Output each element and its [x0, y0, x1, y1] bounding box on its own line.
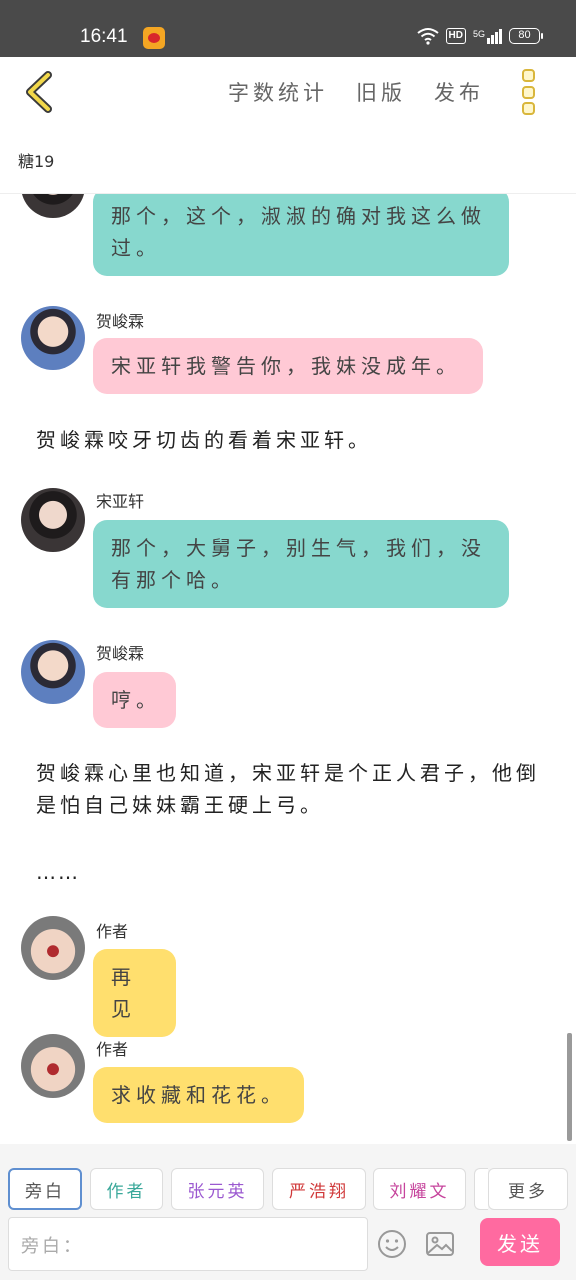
- narration-text[interactable]: ……: [36, 856, 551, 888]
- back-arrow-icon[interactable]: [22, 71, 56, 113]
- role-chip-zhang-yuanying[interactable]: 张元英: [171, 1168, 264, 1210]
- avatar-author[interactable]: [21, 916, 85, 980]
- role-chip-partial[interactable]: [474, 1168, 488, 1210]
- hd-badge: HD: [445, 28, 466, 44]
- avatar-author[interactable]: [21, 1034, 85, 1098]
- composer: 旁白 作者 张元英 严浩翔 刘耀文 更多 旁白： 发送: [0, 1144, 576, 1280]
- emoji-icon[interactable]: [377, 1229, 407, 1259]
- sender-name: 贺峻霖: [96, 644, 145, 663]
- image-icon[interactable]: [425, 1229, 455, 1259]
- message-bubble[interactable]: 再见: [93, 949, 176, 1037]
- chat-scrollbar[interactable]: [567, 1033, 572, 1141]
- message-bubble[interactable]: 求收藏和花花。: [93, 1067, 304, 1123]
- avatar-song-yaxuan[interactable]: [21, 488, 85, 552]
- status-icons: HD 5G 80: [416, 27, 543, 45]
- role-chip-liu-yaowen[interactable]: 刘耀文: [373, 1168, 466, 1210]
- wifi-icon: [416, 28, 439, 45]
- sender-name: 宋亚轩: [96, 492, 145, 511]
- message-input[interactable]: 旁白：: [8, 1217, 368, 1271]
- avatar-he-junlin[interactable]: [21, 640, 85, 704]
- role-chip-label: 张元英: [187, 1181, 248, 1202]
- role-chip-narration[interactable]: 旁白: [8, 1168, 82, 1210]
- role-chip-author[interactable]: 作者: [90, 1168, 163, 1210]
- word-count-button[interactable]: 字数统计: [228, 77, 356, 107]
- top-actions: 字数统计 旧版 发布: [228, 77, 484, 107]
- more-menu-icon[interactable]: [522, 69, 540, 115]
- sender-name: 作者: [96, 922, 129, 941]
- send-button[interactable]: 发送: [480, 1218, 560, 1266]
- role-chip-yan-haoxiang[interactable]: 严浩翔: [272, 1168, 366, 1210]
- more-roles-label: 更多: [508, 1181, 548, 1202]
- sender-name: 作者: [96, 1040, 129, 1059]
- narration-text[interactable]: 贺峻霖心里也知道，宋亚轩是个正人君子，他倒是怕自己妹妹霸王硬上弓。: [36, 757, 551, 821]
- signal-icon: 5G: [472, 28, 502, 44]
- message-bubble[interactable]: 那个，大舅子，别生气，我们，没有那个哈。: [93, 520, 509, 608]
- story-title: 糖19: [18, 152, 55, 171]
- role-chip-label: 旁白: [25, 1181, 65, 1202]
- network-label: 5G: [472, 28, 485, 39]
- status-bar: 16:41 HD 5G 80: [0, 0, 576, 57]
- battery-icon: 80: [509, 28, 543, 44]
- chat-area[interactable]: 那个，这个，淑淑的确对我这么做过。 贺峻霖 宋亚轩我警告你，我妹没成年。 贺峻霖…: [0, 194, 576, 1144]
- avatar-he-junlin[interactable]: [21, 306, 85, 370]
- publish-button[interactable]: 发布: [434, 77, 484, 107]
- old-version-button[interactable]: 旧版: [356, 77, 434, 107]
- weibo-icon: [143, 27, 165, 49]
- role-chip-label: 刘耀文: [389, 1181, 450, 1202]
- message-bubble[interactable]: 那个，这个，淑淑的确对我这么做过。: [93, 194, 509, 276]
- more-roles-button[interactable]: 更多: [488, 1168, 568, 1210]
- avatar-song-yaxuan[interactable]: [21, 194, 85, 218]
- role-chip-label: 严浩翔: [289, 1181, 349, 1202]
- message-bubble[interactable]: 宋亚轩我警告你，我妹没成年。: [93, 338, 483, 394]
- role-chip-label: 作者: [106, 1181, 147, 1202]
- message-bubble[interactable]: 哼。: [93, 672, 176, 728]
- narration-text[interactable]: 贺峻霖咬牙切齿的看着宋亚轩。: [36, 424, 551, 456]
- top-bar: 字数统计 旧版 发布: [0, 57, 576, 129]
- status-time: 16:41: [80, 26, 128, 47]
- sender-name: 贺峻霖: [96, 312, 145, 331]
